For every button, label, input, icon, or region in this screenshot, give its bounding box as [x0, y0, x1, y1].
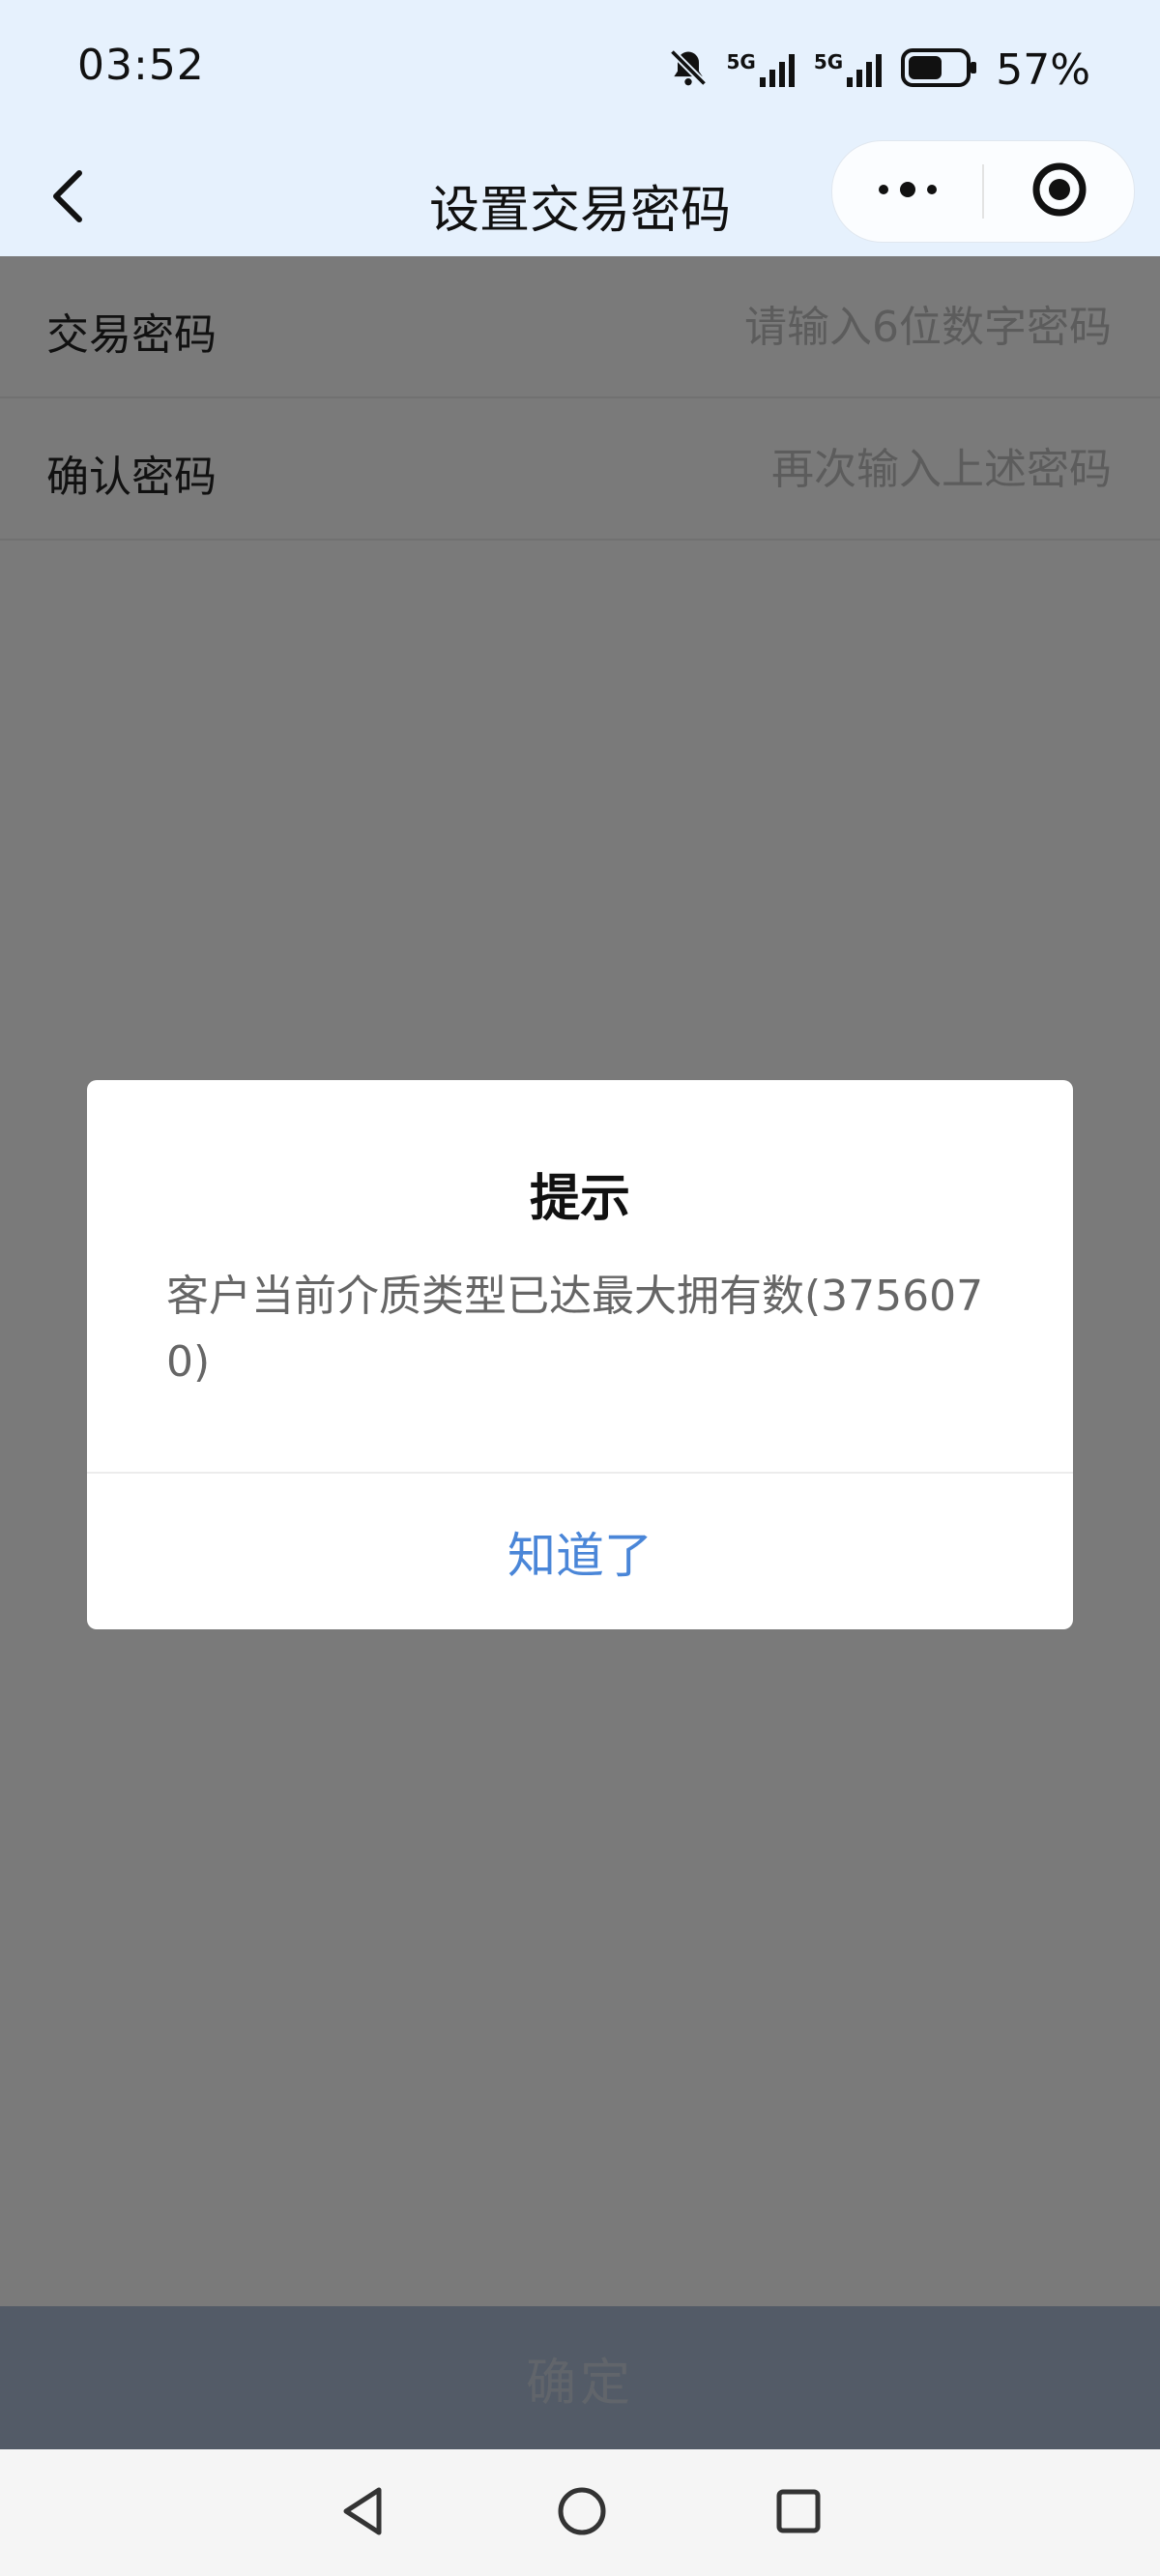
mini-program-capsule	[831, 140, 1135, 243]
nav-bar: 设置交易密码	[0, 140, 1160, 256]
more-dots-icon	[874, 178, 942, 205]
dialog-ok-button[interactable]: 知道了	[87, 1474, 1073, 1629]
target-close-icon	[1030, 161, 1088, 222]
system-nav-bar	[0, 2449, 1160, 2576]
status-time: 03:52	[77, 41, 205, 90]
battery-percent: 57%	[996, 44, 1090, 95]
nav-recents-square-icon[interactable]	[773, 2486, 824, 2540]
nav-back-triangle-icon[interactable]	[336, 2484, 391, 2542]
nav-home-circle-icon[interactable]	[555, 2484, 609, 2542]
mute-bell-icon	[667, 46, 710, 93]
alert-dialog: 提示 客户当前介质类型已达最大拥有数(3756070) 知道了	[87, 1080, 1073, 1629]
dialog-message: 客户当前介质类型已达最大拥有数(3756070)	[166, 1272, 984, 1387]
dialog-title: 提示	[529, 1170, 630, 1228]
close-button[interactable]	[984, 141, 1134, 242]
battery-icon	[901, 46, 978, 93]
status-bar: 03:52 5G 5G 57%	[0, 0, 1160, 140]
more-button[interactable]	[832, 141, 982, 242]
signal-icon-2: 5G	[814, 50, 884, 89]
signal-icon: 5G	[727, 50, 797, 89]
status-icons: 5G 5G 57%	[667, 43, 1090, 97]
